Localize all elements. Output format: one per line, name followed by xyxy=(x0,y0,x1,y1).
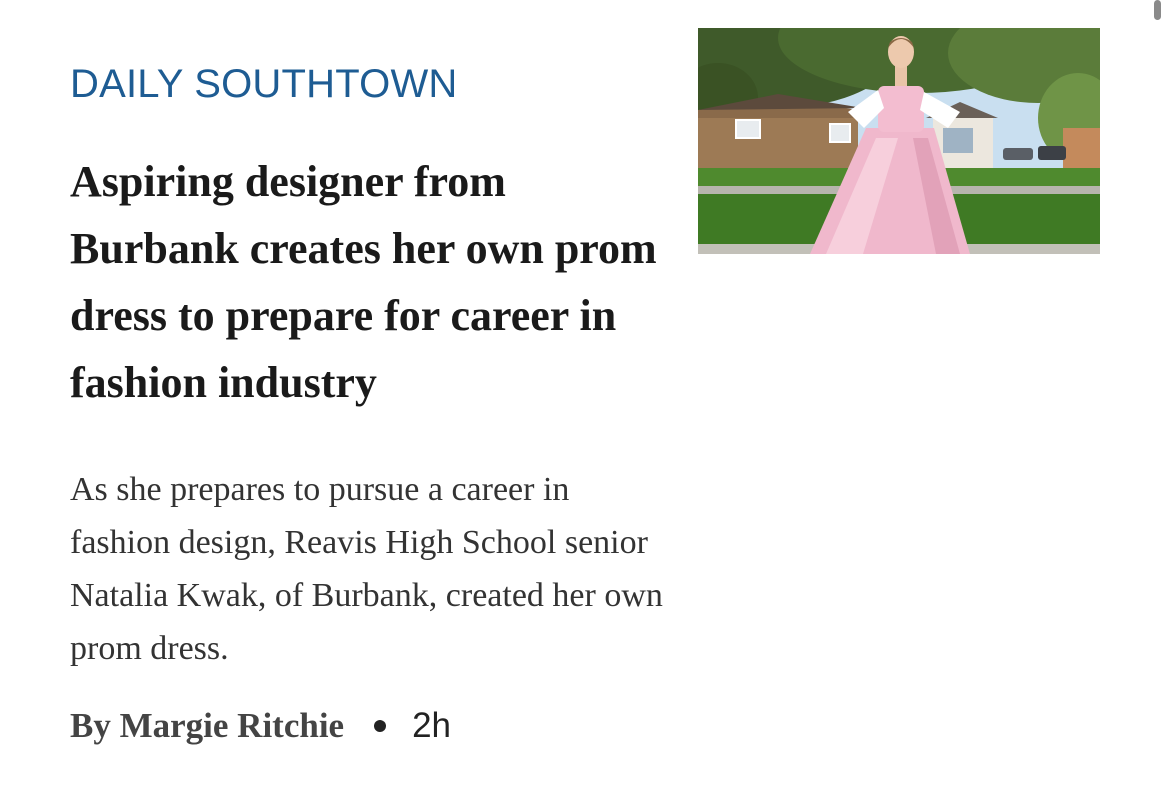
article-summary: As she prepares to pursue a career in fa… xyxy=(70,471,663,667)
author-name: By Margie Ritchie xyxy=(70,706,345,745)
byline: By Margie Ritchie 2h xyxy=(70,706,451,746)
timestamp: 2h xyxy=(412,706,452,745)
headline[interactable]: Aspiring designer from Burbank creates h… xyxy=(70,148,660,416)
separator-dot xyxy=(374,720,387,732)
source-label[interactable]: DAILY SOUTHTOWN xyxy=(70,62,458,107)
scroll-indicator xyxy=(1154,0,1161,20)
article-thumbnail[interactable] xyxy=(698,28,1100,254)
article-card[interactable]: DAILY SOUTHTOWN Aspiring designer from B… xyxy=(0,0,1170,805)
